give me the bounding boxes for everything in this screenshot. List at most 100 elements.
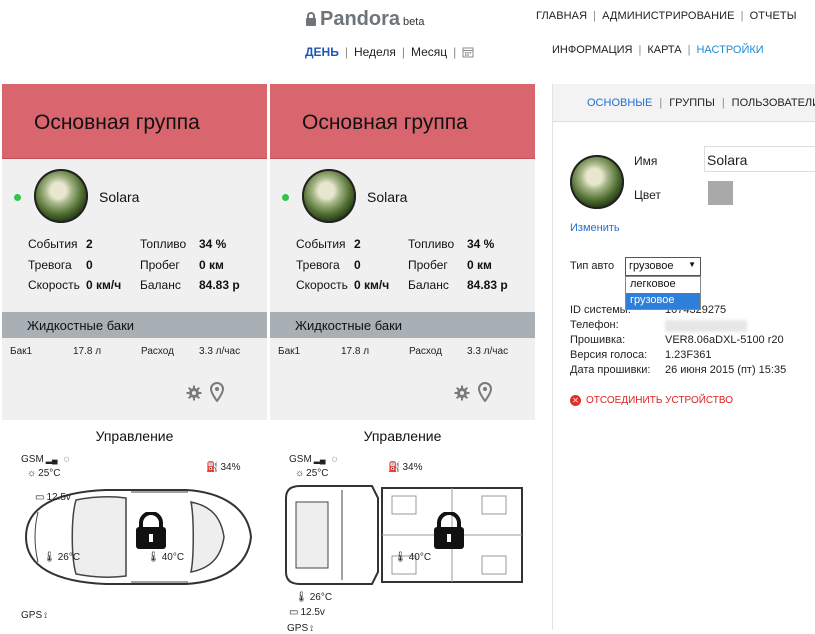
voice-version-value: 1.23F361 — [665, 349, 712, 361]
events-label: События — [296, 237, 346, 251]
tab-groups[interactable]: ГРУППЫ — [669, 97, 715, 109]
alarm-label: Тревога — [28, 258, 72, 272]
main-nav: ГЛАВНАЯ | АДМИНИСТРИРОВАНИЕ | ОТЧЕТЫ — [536, 10, 797, 22]
online-status-dot — [282, 194, 289, 201]
voice-version-label: Версия голоса: — [570, 349, 648, 361]
option-passenger[interactable]: легковое — [626, 277, 700, 293]
engine-temp: 🌡 26°C — [295, 592, 333, 603]
fuel-label: Топливо — [140, 237, 187, 251]
tab-week[interactable]: Неделя — [354, 45, 396, 59]
device-avatar — [302, 169, 356, 223]
car-type-dropdown[interactable]: легковое грузовое — [625, 276, 701, 310]
device-name: Solara — [99, 189, 140, 205]
location-pin-icon[interactable] — [478, 382, 492, 402]
fuel-level: ⛽ 34% — [206, 462, 241, 473]
nav-separator: | — [740, 10, 744, 22]
control-panel: Управление GSM ▂▄ ◌ ☼ 25°C ⛽ 34% ▭ 12.5v 🌡 26°… — [2, 420, 267, 630]
tank-rate-label: Расход — [409, 346, 442, 357]
tank-volume: 17.8 л — [73, 346, 102, 357]
alarm-label: Тревога — [296, 258, 340, 272]
fuel-value: 34 % — [467, 237, 495, 251]
disconnect-device-button[interactable]: ✕ ОТСОЕДИНИТЬ УСТРОЙСТВО — [570, 395, 733, 406]
gear-icon[interactable] — [186, 385, 202, 401]
nav-home[interactable]: ГЛАВНАЯ — [536, 10, 587, 22]
nav-separator: | — [401, 45, 405, 59]
calendar-icon[interactable] — [462, 46, 474, 58]
padlock-icon[interactable] — [431, 512, 467, 550]
location-pin-icon[interactable] — [210, 382, 224, 402]
weather-icon: ☼ — [295, 468, 305, 479]
nav-settings[interactable]: НАСТРОЙКИ — [696, 44, 763, 56]
events-value: 2 — [86, 237, 93, 251]
speed-value: 0 км/ч — [354, 278, 390, 292]
gsm-indicator: GSM ▂▄ ◌ — [21, 454, 70, 465]
period-nav: ДЕНЬ | Неделя | Месяц | — [305, 45, 474, 59]
firmware-label: Прошивка: — [570, 334, 626, 346]
nav-map[interactable]: КАРТА — [647, 44, 681, 56]
alarm-value: 0 — [86, 258, 93, 272]
pandora-logo[interactable]: Pandora beta — [305, 8, 424, 31]
tab-users[interactable]: ПОЛЬЗОВАТЕЛИ — [732, 97, 815, 109]
device-avatar — [570, 155, 624, 209]
signal-icon: ▂▄ — [313, 455, 326, 464]
device-card[interactable]: Основная группа Solara События 2 Тревога… — [2, 84, 267, 630]
nav-reports[interactable]: ОТЧЕТЫ — [750, 10, 797, 22]
nav-info[interactable]: ИНФОРМАЦИЯ — [552, 44, 632, 56]
thermometer-icon: 🌡 — [295, 592, 308, 603]
option-truck[interactable]: грузовое — [626, 293, 700, 309]
balance-label: Баланс — [408, 278, 449, 292]
card-title: Основная группа — [34, 111, 200, 134]
alarm-value: 0 — [354, 258, 361, 272]
fuel-label: Топливо — [408, 237, 455, 251]
thermometer-icon: 🌡 — [147, 552, 160, 563]
nav-separator: | — [593, 10, 597, 22]
mileage-label: Пробег — [408, 258, 448, 272]
settings-panel: ОСНОВНЫЕ | ГРУППЫ | ПОЛЬЗОВАТЕЛИ Имя Sol… — [552, 84, 815, 630]
events-label: События — [28, 237, 78, 251]
mileage-label: Пробег — [140, 258, 180, 272]
engine-temp: 🌡 26°C — [43, 552, 81, 563]
battery-voltage: ▭ 12.5v — [289, 607, 325, 618]
outside-temp: ☼ 25°C — [295, 468, 329, 479]
phone-value-redacted — [665, 320, 747, 332]
lock-icon — [306, 12, 316, 26]
outside-temp: ☼ 25°C — [27, 468, 61, 479]
device-card[interactable]: Основная группа Solara События 2 Тревога… — [270, 84, 535, 634]
cabin-temp: 🌡 40°C — [147, 552, 185, 563]
card-title: Основная группа — [302, 111, 468, 134]
name-label: Имя — [634, 154, 658, 168]
nav-separator: | — [687, 44, 691, 56]
tab-day[interactable]: ДЕНЬ — [305, 45, 339, 59]
fuel-level: ⛽ 34% — [388, 462, 423, 473]
speed-label: Скорость — [296, 278, 348, 292]
battery-icon: ▭ — [289, 607, 299, 618]
change-avatar-link[interactable]: Изменить — [570, 222, 620, 234]
gear-icon[interactable] — [454, 385, 470, 401]
sub-nav: ИНФОРМАЦИЯ | КАРТА | НАСТРОЙКИ — [552, 44, 764, 56]
nav-admin[interactable]: АДМИНИСТРИРОВАНИЕ — [602, 10, 734, 22]
cabin-temp: 🌡 40°C — [394, 552, 432, 563]
gps-indicator: GPS ⟟ — [287, 623, 314, 634]
firmware-date-label: Дата прошивки: — [570, 364, 651, 376]
logo-badge: beta — [403, 16, 425, 28]
fuel-pump-icon: ⛽ — [388, 462, 401, 473]
tab-general[interactable]: ОСНОВНЫЕ — [587, 97, 652, 109]
satellite-icon: ⟟ — [44, 610, 48, 620]
gps-indicator: GPS ⟟ — [21, 610, 48, 621]
firmware-date-value: 26 июня 2015 (пт) 15:35 — [665, 364, 787, 376]
name-field[interactable]: Solara — [704, 146, 815, 172]
car-type-label: Тип авто — [570, 260, 615, 272]
nav-separator: | — [344, 45, 348, 59]
thermometer-icon: 🌡 — [43, 552, 56, 563]
tab-month[interactable]: Месяц — [411, 45, 447, 59]
color-picker[interactable] — [708, 181, 733, 205]
speed-value: 0 км/ч — [86, 278, 122, 292]
phone-label: Телефон: — [570, 319, 619, 331]
car-type-select[interactable]: грузовое ▼ — [625, 257, 701, 276]
chevron-down-icon: ▼ — [688, 260, 696, 269]
thermometer-icon: 🌡 — [394, 552, 407, 563]
padlock-icon[interactable] — [133, 512, 169, 550]
fuel-pump-icon: ⛽ — [206, 462, 219, 473]
nav-separator: | — [638, 44, 642, 56]
settings-tabs: ОСНОВНЫЕ | ГРУППЫ | ПОЛЬЗОВАТЕЛИ — [553, 84, 815, 122]
